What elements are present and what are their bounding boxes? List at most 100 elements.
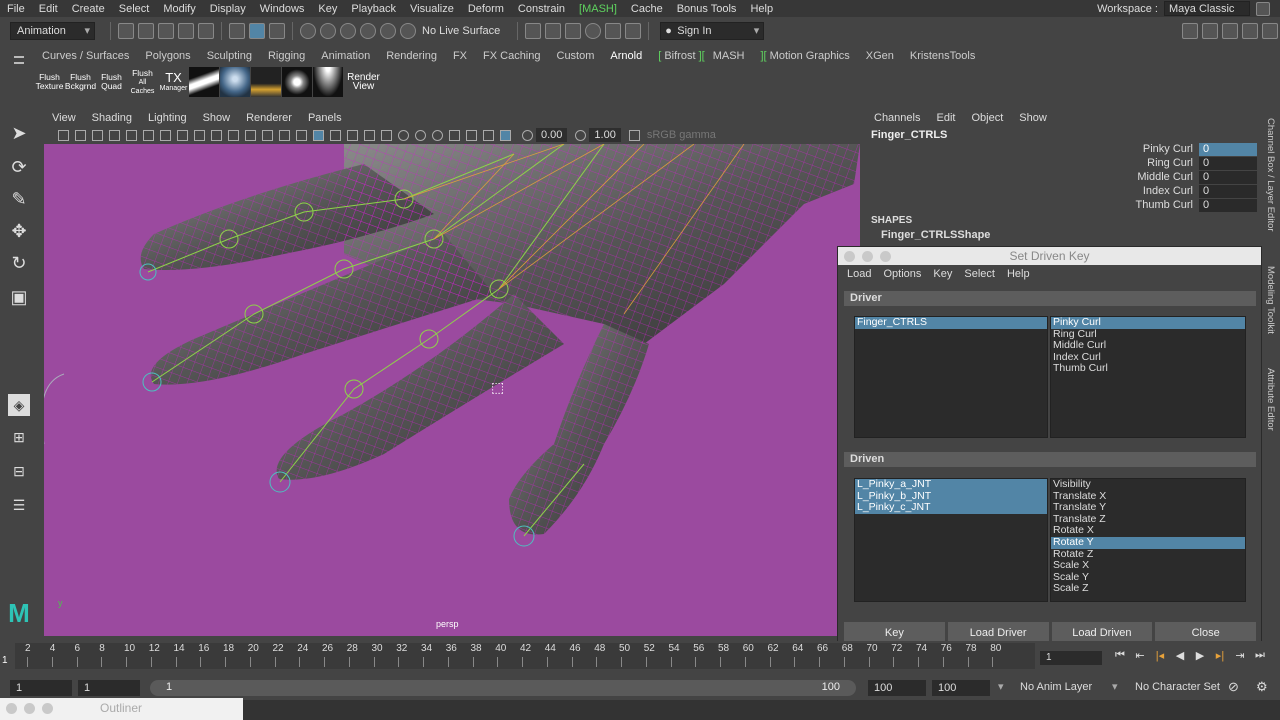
driven-attribute-list[interactable]: Visibility Translate X Translate Y Trans…	[1050, 478, 1246, 602]
perspective-viewport[interactable]: y ⬚ persp	[44, 144, 860, 636]
driven-section-header[interactable]: Driven	[844, 452, 1256, 467]
paint-select-tool-icon[interactable]: ✎	[8, 188, 30, 210]
render-view-button[interactable]: Render View	[347, 67, 380, 97]
panel-toggle-icon[interactable]	[1202, 22, 1218, 39]
viewport-menu-lighting[interactable]: Lighting	[140, 112, 195, 124]
undo-icon[interactable]	[178, 22, 194, 39]
list-item[interactable]: Visibility	[1051, 478, 1245, 491]
camera-attributes-icon[interactable]	[75, 129, 86, 141]
render-settings-icon[interactable]	[565, 22, 582, 39]
select-object-icon[interactable]	[249, 22, 265, 39]
list-item[interactable]: Scale Z	[1051, 583, 1245, 595]
arnold-icon[interactable]	[625, 22, 642, 39]
scale-tool-icon[interactable]: ▣	[8, 286, 30, 308]
start-time-field[interactable]: 1	[10, 680, 72, 696]
shelf-tab-custom[interactable]: Custom	[549, 50, 603, 62]
driven-object-list[interactable]: L_Pinky_a_JNT L_Pinky_b_JNT L_Pinky_c_JN…	[854, 478, 1048, 602]
menu-edit[interactable]: Edit	[32, 3, 65, 15]
wireframe-icon[interactable]	[279, 129, 290, 141]
preferences-icon[interactable]: ⚙	[1256, 679, 1268, 695]
viewport-menu-view[interactable]: View	[44, 112, 84, 124]
list-item[interactable]: Scale X	[1051, 560, 1245, 572]
flush-background-button[interactable]: Flush Bckgrnd	[65, 67, 96, 97]
camera-icon[interactable]	[58, 129, 69, 141]
list-item[interactable]: L_Pinky_c_JNT	[855, 502, 1047, 514]
anti-aliasing-icon[interactable]	[432, 129, 443, 141]
bookmark-icon[interactable]	[92, 129, 103, 141]
menu-modify[interactable]: Modify	[156, 3, 202, 15]
go-to-start-icon[interactable]: ⏮	[1110, 649, 1130, 662]
viewport-menu-shading[interactable]: Shading	[84, 112, 140, 124]
flush-texture-button[interactable]: Flush Texture	[34, 67, 65, 97]
viewport-menu-show[interactable]: Show	[195, 112, 239, 124]
channel-value[interactable]: 0	[1199, 142, 1257, 156]
single-view-layout-icon[interactable]: ◈	[8, 394, 30, 416]
menu-bonus-tools[interactable]: Bonus Tools	[670, 3, 744, 15]
list-item[interactable]: Finger_CTRLS	[855, 316, 1047, 329]
channel-value[interactable]: 0	[1199, 156, 1257, 170]
menuset-dropdown[interactable]: Animation	[10, 21, 95, 40]
minimize-window-icon[interactable]	[862, 251, 873, 262]
snap-view-plane-icon[interactable]	[380, 22, 396, 39]
close-window-icon[interactable]	[844, 251, 855, 262]
menu-playback[interactable]: Playback	[344, 3, 403, 15]
menu-constrain[interactable]: Constrain	[511, 3, 572, 15]
color-management-icon[interactable]	[628, 129, 640, 141]
channel-value[interactable]: 0	[1199, 198, 1257, 212]
tab-channel-box[interactable]: Channel Box / Layer Editor	[1265, 118, 1276, 232]
shelf-tab-kristenstools[interactable]: KristensTools	[902, 50, 983, 62]
sdk-menu-select[interactable]: Select	[958, 268, 1001, 280]
settings-icon[interactable]	[1262, 22, 1278, 39]
motion-blur-icon[interactable]	[415, 129, 426, 141]
xray-active-icon[interactable]	[483, 129, 494, 141]
shelf-tab-fx-caching[interactable]: FX Caching	[475, 50, 548, 62]
shelf-tab-animation[interactable]: Animation	[313, 50, 378, 62]
shelf-tab-xgen[interactable]: XGen	[858, 50, 902, 62]
two-d-pan-zoom-icon[interactable]	[126, 129, 137, 141]
step-back-key-icon[interactable]: ⇤	[1130, 649, 1150, 662]
channel-row[interactable]: Ring Curl 0	[866, 156, 1261, 170]
anim-layer-dropdown[interactable]: No Anim Layer	[1020, 681, 1092, 693]
shelf-tab-rendering[interactable]: Rendering	[378, 50, 445, 62]
fps-dropdown-icon[interactable]: ▾	[998, 680, 1004, 693]
snap-grid-icon[interactable]	[300, 22, 316, 39]
save-scene-icon[interactable]	[158, 22, 174, 39]
gate-mask-icon[interactable]	[211, 129, 222, 141]
sdk-menu-help[interactable]: Help	[1001, 268, 1036, 280]
shelf-tab-polygons[interactable]: Polygons	[137, 50, 198, 62]
menu-create[interactable]: Create	[65, 3, 112, 15]
safe-title-icon[interactable]	[262, 129, 273, 141]
flush-quad-button[interactable]: Flush Quad	[96, 67, 127, 97]
exposure-field[interactable]: 0.00	[536, 128, 568, 142]
panel-toggle-icon[interactable]	[1182, 22, 1198, 39]
step-forward-frame-icon[interactable]: ▸|	[1210, 649, 1230, 662]
shelf-menu-icon[interactable]	[14, 56, 24, 64]
snap-point-icon[interactable]	[340, 22, 356, 39]
mesh-light-icon[interactable]	[251, 67, 281, 97]
resolution-gate-icon[interactable]	[194, 129, 205, 141]
driver-section-header[interactable]: Driver	[844, 291, 1256, 306]
workspace-dropdown[interactable]: Maya Classic	[1164, 1, 1250, 16]
menu-display[interactable]: Display	[203, 3, 253, 15]
anim-layer-arrow-icon[interactable]: ▾	[1112, 680, 1118, 693]
minimize-window-icon[interactable]	[24, 703, 35, 714]
select-hierarchy-icon[interactable]	[229, 22, 245, 39]
channel-row[interactable]: Middle Curl 0	[866, 170, 1261, 184]
menu-cache[interactable]: Cache	[624, 3, 670, 15]
current-frame-field[interactable]: 1	[1040, 651, 1102, 665]
channel-object-name[interactable]: Finger_CTRLS	[871, 129, 947, 141]
field-chart-icon[interactable]	[228, 129, 239, 141]
skydome-light-icon[interactable]	[220, 67, 250, 97]
film-gate-icon[interactable]	[177, 129, 188, 141]
shape-node-name[interactable]: Finger_CTRLSShape	[881, 229, 990, 241]
time-slider[interactable]: 2 4 6 8 10 12 14 16 18 20 22 24 26 28 30 32 34 36 38 40 42 44…	[0, 641, 1280, 673]
list-item[interactable]: Rotate Y	[1051, 536, 1245, 549]
step-back-frame-icon[interactable]: |◂	[1150, 649, 1170, 662]
snap-projected-icon[interactable]	[360, 22, 376, 39]
make-live-icon[interactable]	[400, 22, 416, 39]
channel-menu-show[interactable]: Show	[1011, 112, 1055, 124]
move-tool-icon[interactable]: ✥	[8, 220, 30, 242]
depth-of-field-icon[interactable]	[449, 129, 460, 141]
select-tool-icon[interactable]: ➤	[8, 122, 30, 144]
shelf-tab-curves-surfaces[interactable]: Curves / Surfaces	[34, 50, 137, 62]
